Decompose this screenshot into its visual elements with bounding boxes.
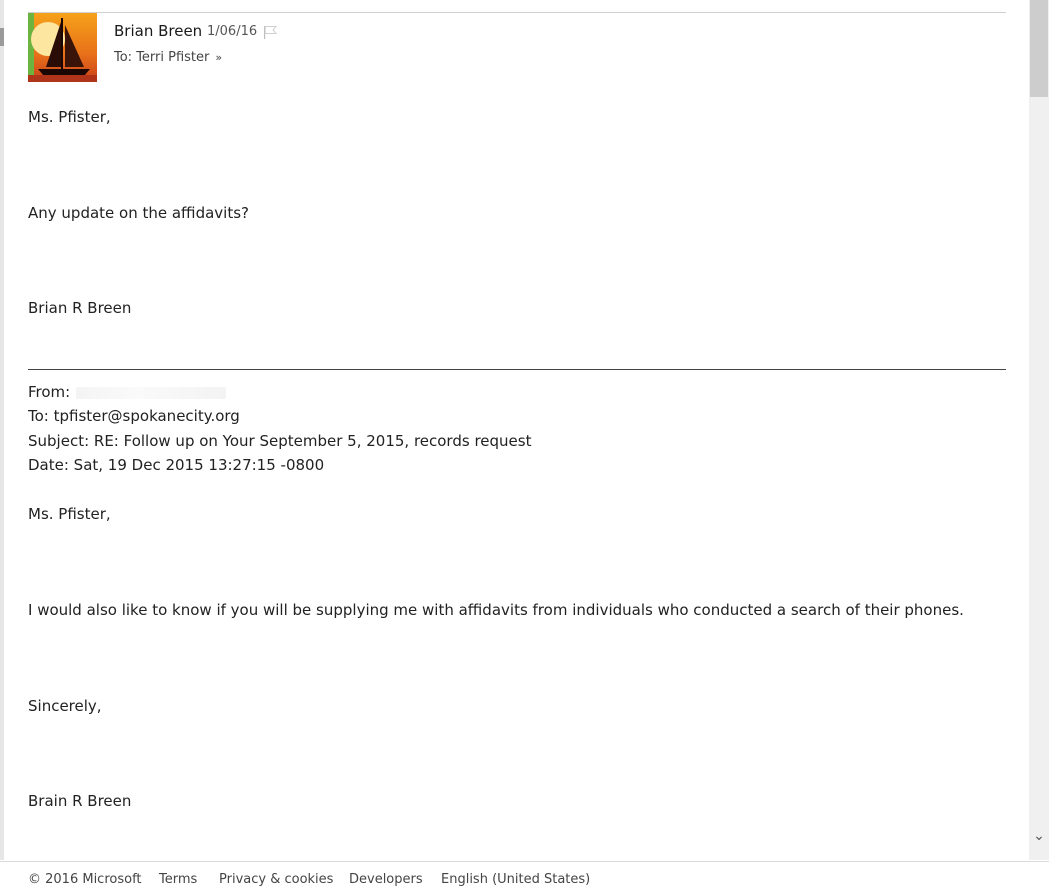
footer-copyright: © 2016 Microsoft	[28, 872, 142, 887]
footer-language-link[interactable]: English (United States)	[441, 872, 590, 887]
page-footer: © 2016 Microsoft Terms Privacy & cookies…	[0, 861, 1049, 887]
recipients-label: To: Terri Pfister	[114, 50, 210, 65]
body-question: Any update on the affidavits?	[28, 204, 249, 222]
footer-terms-link[interactable]: Terms	[159, 872, 197, 887]
message-date: 1/06/16	[207, 24, 258, 39]
redacted-sender	[76, 386, 227, 399]
recipients-line[interactable]: To: Terri Pfister »	[114, 50, 222, 65]
left-pane-edge	[0, 0, 4, 860]
flag-glyph	[264, 26, 278, 39]
vertical-scrollbar-track[interactable]	[1029, 0, 1049, 860]
quoted-greeting: Ms. Pfister,	[28, 505, 111, 523]
vertical-scrollbar-thumb[interactable]	[1030, 0, 1048, 97]
footer-developers-link[interactable]: Developers	[349, 872, 423, 887]
double-chevron-down-icon[interactable]: »	[215, 51, 222, 64]
footer-privacy-link[interactable]: Privacy & cookies	[219, 872, 333, 887]
scroll-down-arrow-icon[interactable]: ⌄	[1031, 826, 1047, 846]
flag-icon[interactable]	[262, 24, 278, 40]
header-top-rule	[28, 12, 1006, 13]
quoted-closing: Sincerely,	[28, 697, 102, 715]
quoted-to-line: To: tpfister@spokanecity.org	[28, 407, 240, 425]
sender-avatar[interactable]	[28, 13, 97, 82]
quoted-from-line: From:	[28, 383, 227, 401]
quoted-signature: Brain R Breen	[28, 792, 132, 810]
quoted-paragraph: I would also like to know if you will be…	[28, 601, 964, 619]
quoted-divider	[28, 369, 1006, 370]
quoted-date-line: Date: Sat, 19 Dec 2015 13:27:15 -0800	[28, 456, 325, 474]
body-signature: Brian R Breen	[28, 299, 132, 317]
quoted-subject-line: Subject: RE: Follow up on Your September…	[28, 432, 532, 450]
email-reading-pane: Brian Breen 1/06/16 To: Terri Pfister » M…	[0, 0, 1049, 887]
left-pane-marker	[0, 28, 4, 46]
quoted-from-label: From:	[28, 383, 71, 401]
body-greeting: Ms. Pfister,	[28, 108, 111, 126]
sailboat-sunset-avatar-icon	[28, 13, 97, 82]
sender-name[interactable]: Brian Breen	[114, 22, 202, 40]
